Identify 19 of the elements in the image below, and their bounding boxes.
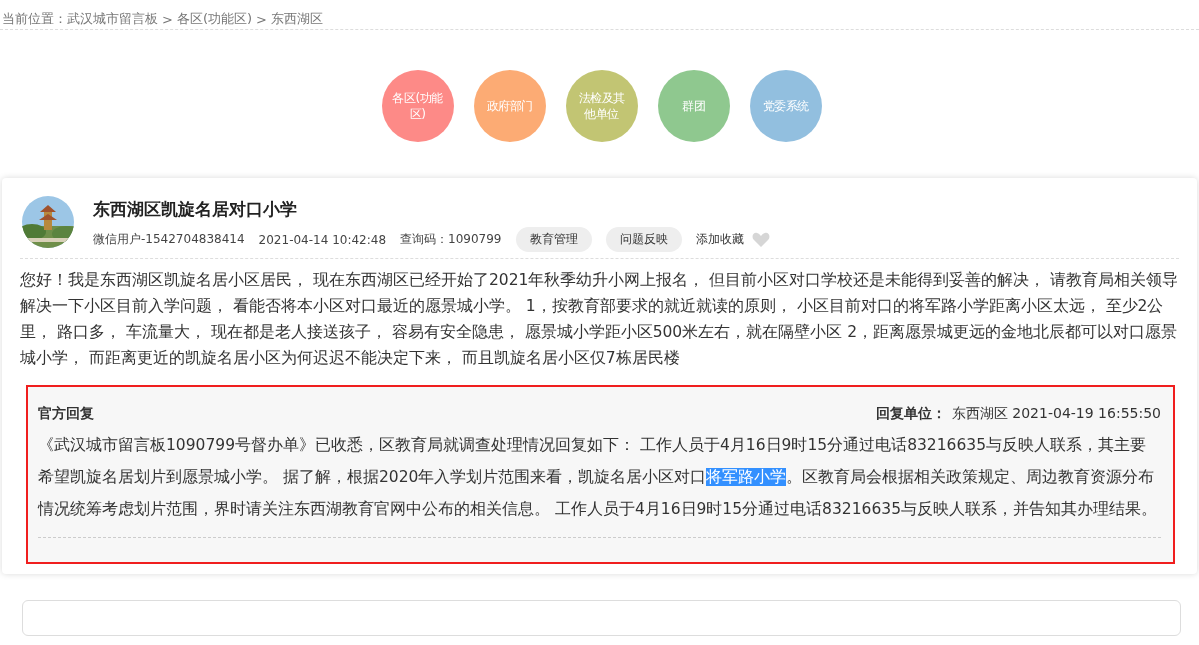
reply-unit: 东西湖区 2021-04-19 16:55:50: [951, 405, 1161, 421]
breadcrumb-separator: >: [162, 11, 173, 27]
breadcrumb-separator: >: [256, 11, 267, 27]
comment-field[interactable]: [22, 600, 1181, 636]
post-title: 东西湖区凯旋名居对口小学: [93, 198, 298, 221]
reply-title: 官方回复: [38, 405, 94, 423]
breadcrumb-link[interactable]: 武汉城市留言板: [67, 10, 158, 28]
tag-button[interactable]: 问题反映: [605, 227, 682, 252]
tag-button[interactable]: 教育管理: [515, 227, 592, 252]
author-name: 微信用户-1542704838414: [93, 231, 245, 248]
query-code: 查询码：1090799: [400, 231, 502, 248]
breadcrumb-link[interactable]: 各区(功能区): [176, 10, 253, 28]
favorite-link[interactable]: 添加收藏: [695, 231, 744, 248]
reply-unit-label: 回复单位：: [875, 405, 946, 421]
heart-icon[interactable]: [751, 231, 770, 248]
post-time: 2021-04-14 10:42:48: [258, 232, 387, 247]
post-text: 您好！我是东西湖区凯旋名居小区居民， 现在东西湖区已经开始了2021年秋季幼升小网上报名， 但目前小区对口学校还是未能得到妥善的解决， 请教育局相关领导解决一下小区目前入学问题， 看能否将本小区对口最近的愿景城小学。 1，按教育部要求的就近就读的原则， 小区目前对口的将军路小学距离小区太远， 至少2公里， 路口多， 车流量大， 现在都是老人接送孩子， 容易有安全隐患， 愿景城小学距小区500米左右，就在隔壁小区 2，距离愿景城更远的金地北辰都可以对口愿景城小学， 而距离更近的凯旋名居小区为何迟迟不能决定下来， 而且凯旋名居小区仅7栋居民楼: [20, 270, 1179, 369]
breadcrumb-label: 当前位置：: [2, 10, 67, 28]
breadcrumb-link[interactable]: 东西湖区: [270, 10, 323, 28]
